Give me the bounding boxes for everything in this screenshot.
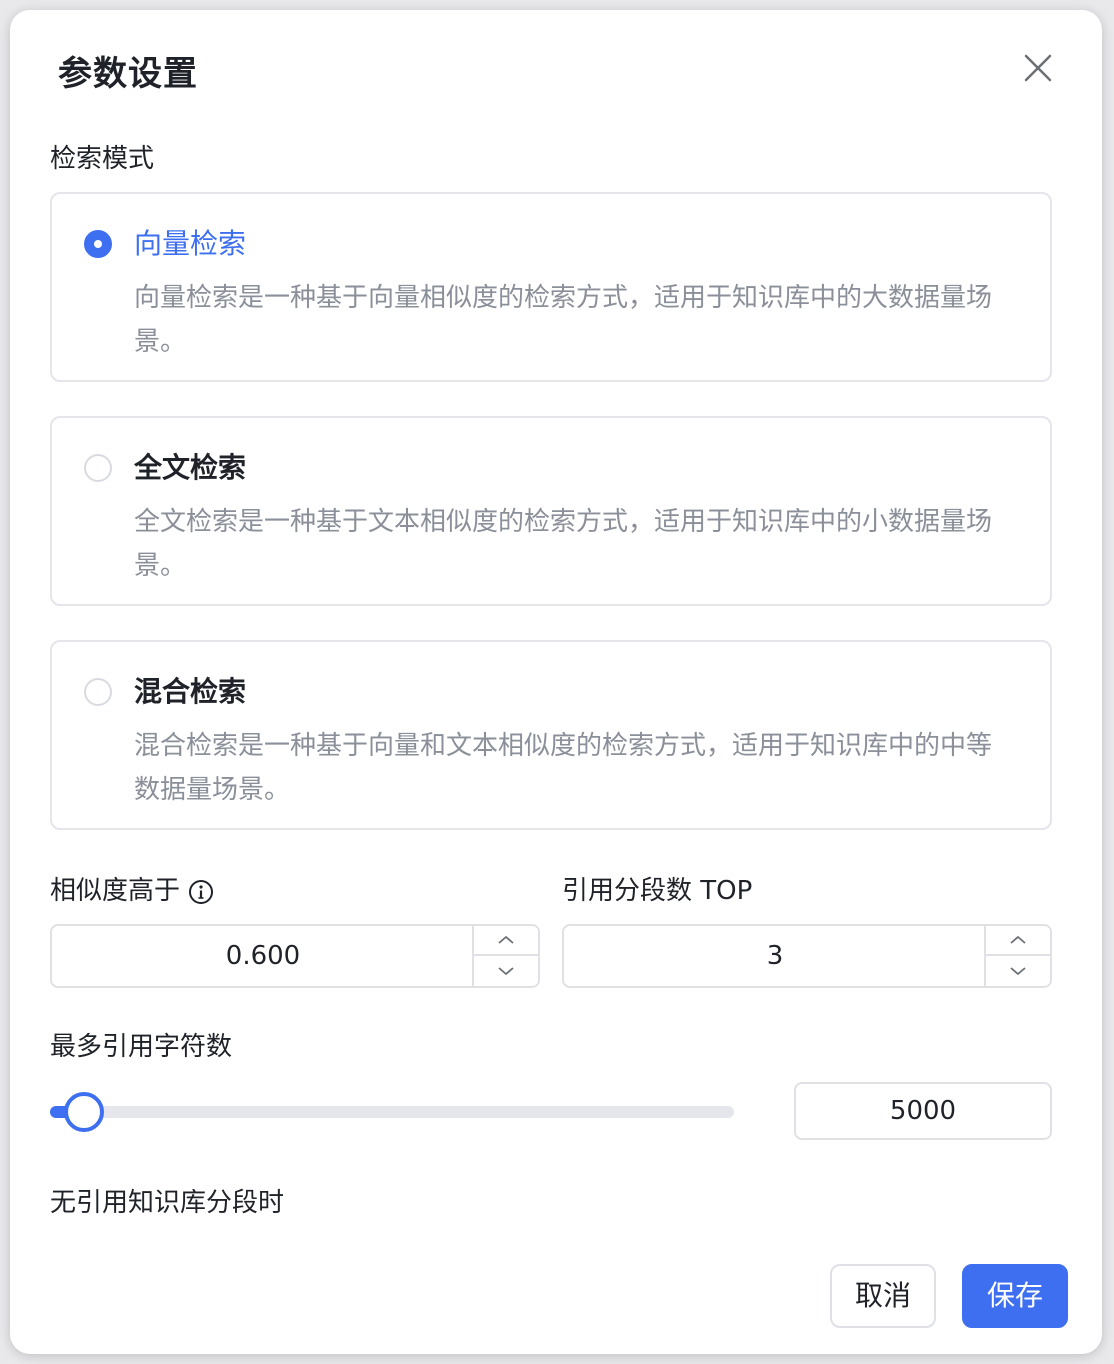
- mode-name-vector: 向量检索: [134, 227, 247, 260]
- dialog-title: 参数设置: [58, 54, 198, 94]
- chevron-down-icon: [498, 967, 514, 976]
- search-mode-label: 检索模式: [50, 144, 155, 174]
- mode-description-vector: 向量检索是一种基于向量相似度的检索方式，适用于知识库中的大数据量场景。: [134, 283, 993, 357]
- radio-hybrid[interactable]: [84, 678, 112, 706]
- top-segments-decrement-button[interactable]: [986, 956, 1050, 986]
- no-reference-label: 无引用知识库分段时: [50, 1188, 285, 1218]
- similarity-input[interactable]: 0.600: [50, 924, 540, 988]
- top-segments-input[interactable]: 3: [562, 924, 1052, 988]
- parameter-settings-dialog: 参数设置 检索模式 向量检索 向量检索是一种基于向量相似度的检索方式，适用于知识…: [10, 10, 1102, 1354]
- search-mode-option-vector[interactable]: 向量检索 向量检索是一种基于向量相似度的检索方式，适用于知识库中的大数据量场景。: [50, 192, 1052, 382]
- max-chars-label: 最多引用字符数: [50, 1032, 233, 1062]
- top-segments-stepper: [984, 926, 1050, 986]
- search-mode-option-fulltext[interactable]: 全文检索 全文检索是一种基于文本相似度的检索方式，适用于知识库中的小数据量场景。: [50, 416, 1052, 606]
- similarity-stepper: [472, 926, 538, 986]
- similarity-label-row: 相似度高于: [50, 870, 214, 907]
- mode-description-hybrid: 混合检索是一种基于向量和文本相似度的检索方式，适用于知识库中的中等数据量场景。: [134, 731, 993, 805]
- info-icon[interactable]: [188, 879, 214, 905]
- similarity-value[interactable]: 0.600: [52, 926, 474, 986]
- chevron-up-icon: [1010, 935, 1026, 944]
- radio-fulltext[interactable]: [84, 454, 112, 482]
- similarity-increment-button[interactable]: [474, 926, 538, 956]
- max-chars-input[interactable]: 5000: [794, 1082, 1052, 1140]
- radio-vector[interactable]: [84, 230, 112, 258]
- top-segments-label: 引用分段数 TOP: [562, 876, 753, 906]
- cancel-button[interactable]: 取消: [830, 1264, 936, 1328]
- mode-name-hybrid: 混合检索: [134, 675, 247, 708]
- similarity-label: 相似度高于: [50, 876, 181, 906]
- chevron-down-icon: [1010, 967, 1026, 976]
- mode-name-fulltext: 全文检索: [134, 451, 247, 484]
- top-segments-increment-button[interactable]: [986, 926, 1050, 956]
- max-chars-slider-track[interactable]: [50, 1106, 734, 1118]
- chevron-up-icon: [498, 935, 514, 944]
- top-segments-value[interactable]: 3: [564, 926, 986, 986]
- close-icon: [1024, 54, 1052, 82]
- mode-description-fulltext: 全文检索是一种基于文本相似度的检索方式，适用于知识库中的小数据量场景。: [134, 507, 993, 581]
- close-button[interactable]: [1018, 48, 1058, 88]
- search-mode-option-hybrid[interactable]: 混合检索 混合检索是一种基于向量和文本相似度的检索方式，适用于知识库中的中等数据…: [50, 640, 1052, 830]
- similarity-decrement-button[interactable]: [474, 956, 538, 986]
- save-button[interactable]: 保存: [962, 1264, 1068, 1328]
- max-chars-slider-handle[interactable]: [64, 1092, 105, 1132]
